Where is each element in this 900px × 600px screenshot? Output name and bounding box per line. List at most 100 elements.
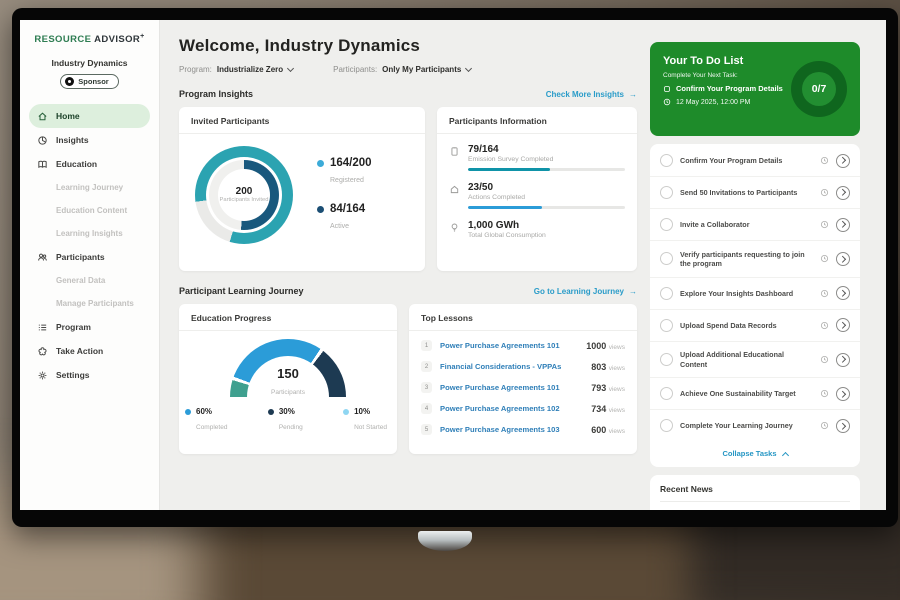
sidebar-item-manage-participants[interactable]: Manage Participants [29,292,150,315]
lesson-views-count: 793 [591,383,606,393]
go-to-learning-journey-link[interactable]: Go to Learning Journey → [534,287,637,296]
lesson-row[interactable]: 3 Power Purchase Agreements 101 793 view… [409,377,637,398]
task-open-button[interactable] [836,186,850,200]
take-action-icon [37,346,48,357]
actions-icon [449,184,460,195]
task-row[interactable]: Confirm Your Program Details [650,145,860,177]
app-logo: RESOURCE ADVISOR+ [20,33,159,45]
task-open-button[interactable] [836,154,850,168]
arrow-right-icon: → [629,287,637,296]
donut-legend: 164/200 Registered 84/164 Active [317,157,372,233]
clock-icon [820,254,829,263]
clock-icon [820,421,829,430]
lesson-row[interactable]: 5 Power Purchase Agreements 103 600 view… [409,419,637,440]
participants-filter[interactable]: Participants: Only My Participants [333,65,471,74]
lesson-link[interactable]: Financial Considerations - VPPAs [440,362,583,371]
task-open-button[interactable] [836,286,850,300]
task-open-button[interactable] [836,318,850,332]
legend-completed: 60% Completed [185,407,227,434]
arrow-right-icon: → [629,90,637,99]
task-row[interactable]: Upload Additional Educational Content [650,342,860,379]
program-filter-value: Industrialize Zero [217,65,283,74]
task-checkbox[interactable] [660,252,673,265]
learning-journey-header: Participant Learning Journey Go to Learn… [179,286,637,296]
invited-participants-card: Invited Participants 200 Participants In… [179,107,425,271]
task-checkbox[interactable] [660,319,673,332]
legend-registered: 164/200 Registered [317,157,372,187]
sidebar-item-settings[interactable]: Settings [29,363,150,387]
sponsor-badge-label: Sponsor [78,77,108,86]
task-row[interactable]: Explore Your Insights Dashboard [650,278,860,310]
filter-bar: Program: Industrialize Zero Participants… [179,65,637,74]
task-checkbox[interactable] [660,387,673,400]
sidebar: RESOURCE ADVISOR+ Industry Dynamics Spon… [20,20,160,510]
sidebar-item-home[interactable]: Home [29,104,150,128]
education-gauge-chart: 150 Participants [230,339,346,397]
sidebar-item-label: Manage Participants [56,299,134,308]
task-checkbox[interactable] [660,353,673,366]
info-value: 1,000 GWh [468,220,625,231]
task-label: Invite a Collaborator [680,220,813,229]
task-checkbox[interactable] [660,287,673,300]
sidebar-item-learning-journey[interactable]: Learning Journey [29,176,150,199]
legend-label: Pending [279,424,303,431]
task-row[interactable]: Complete Your Learning Journey [650,410,860,441]
lesson-link[interactable]: Power Purchase Agreements 101 [440,341,578,350]
sidebar-item-general-data[interactable]: General Data [29,269,150,292]
sidebar-item-participants[interactable]: Participants [29,245,150,269]
donut-center: 200 Participants Invited [218,169,270,221]
legend-dot-icon [343,409,349,415]
lesson-link[interactable]: Power Purchase Agreements 103 [440,425,583,434]
section-title: Participant Learning Journey [179,286,304,296]
clock-icon [820,188,829,197]
todo-header-card: Your To Do List Complete Your Next Task:… [650,42,860,136]
legend-dot-icon [185,409,191,415]
lesson-row[interactable]: 4 Power Purchase Agreements 102 734 view… [409,398,637,419]
link-label: Check More Insights [546,90,624,99]
info-label: Actions Completed [468,194,625,201]
task-row[interactable]: Send 50 Invitations to Participants [650,177,860,209]
task-open-button[interactable] [836,252,850,266]
program-filter[interactable]: Program: Industrialize Zero [179,65,293,74]
task-open-button[interactable] [836,387,850,401]
legend-value: 10% [354,407,387,416]
task-checkbox[interactable] [660,186,673,199]
task-row[interactable]: Verify participants requesting to join t… [650,241,860,278]
sponsor-badge[interactable]: Sponsor [60,74,118,89]
sidebar-item-label: Program [56,322,91,332]
task-checkbox[interactable] [660,154,673,167]
lesson-row[interactable]: 2 Financial Considerations - VPPAs 803 v… [409,356,637,377]
check-more-insights-link[interactable]: Check More Insights → [546,90,637,99]
sidebar-item-learning-insights[interactable]: Learning Insights [29,222,150,245]
sidebar-item-take-action[interactable]: Take Action [29,339,150,363]
task-row[interactable]: Invite a Collaborator [650,209,860,241]
task-checkbox[interactable] [660,419,673,432]
sidebar-item-insights[interactable]: Insights [29,128,150,152]
task-open-button[interactable] [836,419,850,433]
legend-label: Completed [196,424,227,431]
task-row[interactable]: Upload Spend Data Records [650,310,860,342]
monitor-bezel: RESOURCE ADVISOR+ Industry Dynamics Spon… [12,8,898,527]
lesson-views-count: 803 [591,362,606,372]
lesson-views-suffix: views [609,428,625,435]
lesson-link[interactable]: Power Purchase Agreements 102 [440,404,583,413]
sidebar-item-program[interactable]: Program [29,315,150,339]
task-row[interactable]: Achieve One Sustainability Target [650,378,860,410]
task-open-button[interactable] [836,218,850,232]
lesson-rank: 1 [421,340,432,351]
task-label: Complete Your Learning Journey [680,421,813,430]
sidebar-item-education-content[interactable]: Education Content [29,199,150,222]
info-label: Total Global Consumption [468,232,625,239]
task-checkbox[interactable] [660,218,673,231]
task-label: Verify participants requesting to join t… [680,250,813,269]
task-open-button[interactable] [836,353,850,367]
lesson-row[interactable]: 1 Power Purchase Agreements 101 1000 vie… [409,335,637,356]
collapse-tasks-link[interactable]: Collapse Tasks [650,441,860,465]
lesson-link[interactable]: Power Purchase Agreements 101 [440,383,583,392]
info-row-consumption: 1,000 GWh Total Global Consumption [449,220,625,239]
sidebar-item-education[interactable]: Education [29,152,150,176]
task-label: Upload Additional Educational Content [680,350,813,369]
legend-value: 84/164 [330,203,365,215]
participants-filter-value: Only My Participants [382,65,461,74]
gauge-legend: 60% Completed 30% Pending 10% Not Starte… [179,397,397,434]
